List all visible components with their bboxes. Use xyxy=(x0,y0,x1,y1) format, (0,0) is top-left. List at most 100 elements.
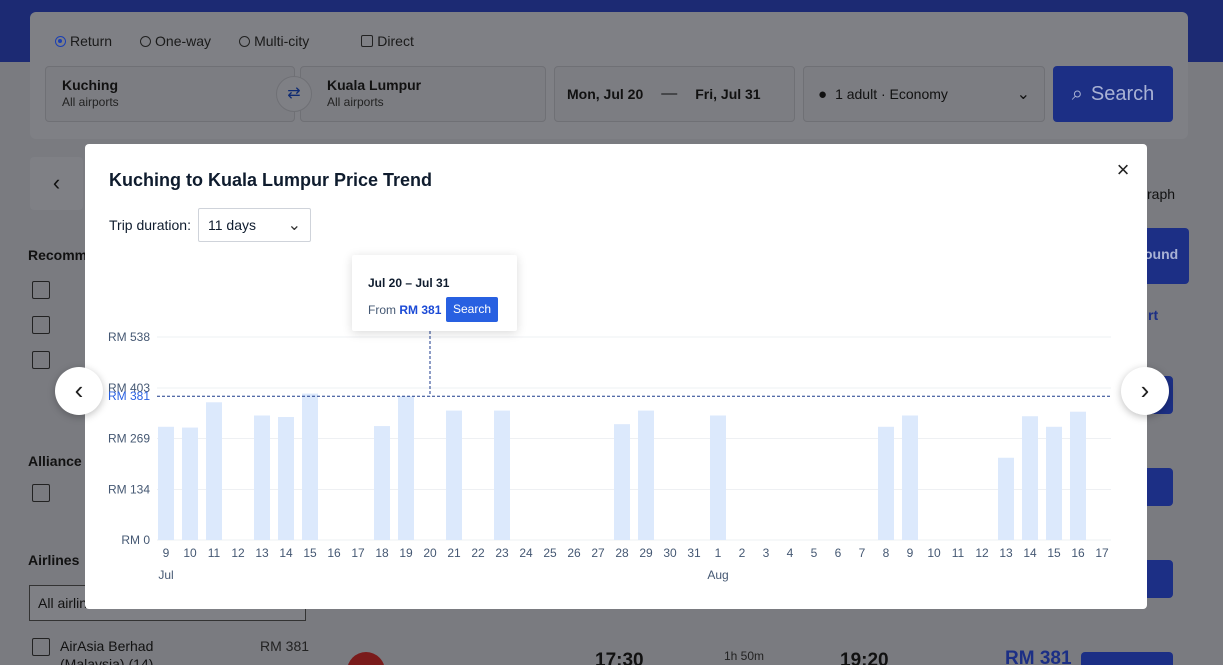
date-range-field[interactable]: Mon, Jul 20 — Fri, Jul 31 xyxy=(554,66,795,122)
x-tick-label: 28 xyxy=(615,546,629,560)
x-tick-label: 27 xyxy=(591,546,605,560)
date-separator: — xyxy=(661,85,678,102)
y-tick-label: RM 0 xyxy=(121,533,150,547)
filter-checkbox[interactable] xyxy=(32,316,50,334)
x-tick-label: 20 xyxy=(423,546,437,560)
airline-count: (Malaysia) (14) xyxy=(60,656,154,665)
radio-icon xyxy=(239,35,251,47)
x-tick-label: 10 xyxy=(183,546,197,560)
to-airport-field[interactable]: Kuala Lumpur All airports xyxy=(300,66,546,122)
price-bar xyxy=(998,457,1014,540)
filter-checkbox[interactable] xyxy=(32,638,50,656)
month-label: Jul xyxy=(158,568,173,582)
alliance-heading: Alliance xyxy=(28,453,82,469)
price-tooltip: Jul 20 – Jul 31 From RM 381 Search xyxy=(352,255,517,331)
trip-option-return[interactable]: Return xyxy=(55,33,112,49)
x-tick-label: 9 xyxy=(163,546,170,560)
x-tick-label: 11 xyxy=(952,546,965,560)
month-label: Aug xyxy=(707,568,728,582)
search-button[interactable]: ⌕ Search xyxy=(1053,66,1173,122)
to-airports: All airports xyxy=(327,95,384,109)
flight-duration: 1h 50m xyxy=(724,649,765,663)
swap-cities-icon[interactable]: ⇄ xyxy=(276,76,312,112)
graph-toggle-label[interactable]: raph xyxy=(1147,186,1175,202)
x-tick-label: 30 xyxy=(663,546,677,560)
departure-time: 17:30 xyxy=(595,650,644,665)
x-tick-label: 13 xyxy=(999,546,1013,560)
reference-line-label: RM 381 xyxy=(108,389,150,403)
airline-name: AirAsia Berhad xyxy=(60,638,154,654)
from-airports: All airports xyxy=(62,95,119,109)
x-tick-label: 16 xyxy=(1071,546,1085,560)
filter-checkbox[interactable] xyxy=(32,484,50,502)
filter-checkbox[interactable] xyxy=(32,351,50,369)
x-tick-label: 5 xyxy=(811,546,818,560)
return-date: Fri, Jul 31 xyxy=(695,86,761,102)
x-tick-label: 15 xyxy=(1047,546,1061,560)
price-trend-modal: Kuching to Kuala Lumpur Price Trend × Tr… xyxy=(85,144,1147,609)
direct-label: Direct xyxy=(377,33,414,49)
x-tick-label: 12 xyxy=(975,546,989,560)
x-tick-label: 21 xyxy=(447,546,461,560)
x-tick-label: 26 xyxy=(567,546,581,560)
x-tick-label: 6 xyxy=(835,546,842,560)
radio-icon xyxy=(140,35,152,47)
select-flight-button[interactable] xyxy=(1081,652,1173,665)
price-bar xyxy=(902,415,918,540)
trip-option-one-way[interactable]: One-way xyxy=(140,33,211,49)
price-bar xyxy=(374,426,390,540)
person-icon: ● xyxy=(818,85,828,103)
price-bar xyxy=(1070,411,1086,540)
price-bar xyxy=(398,396,414,540)
x-tick-label: 11 xyxy=(208,546,221,560)
x-tick-label: 3 xyxy=(763,546,770,560)
x-tick-label: 2 xyxy=(739,546,746,560)
chart-prev-arrow[interactable]: ‹ xyxy=(55,367,103,415)
x-tick-label: 24 xyxy=(519,546,533,560)
x-tick-label: 22 xyxy=(471,546,485,560)
price-bar xyxy=(158,426,174,540)
y-tick-label: RM 134 xyxy=(108,482,150,496)
trip-option-label: Multi-city xyxy=(254,33,310,49)
checkbox-icon xyxy=(361,35,374,47)
trip-option-label: Return xyxy=(70,33,113,49)
chart-next-arrow[interactable]: › xyxy=(1121,367,1169,415)
airline-filter-label: AirAsia Berhad (Malaysia) (14) xyxy=(60,637,153,665)
x-tick-label: 12 xyxy=(231,546,245,560)
x-tick-label: 8 xyxy=(883,546,890,560)
x-tick-label: 7 xyxy=(859,546,866,560)
search-button-label: Search xyxy=(1090,82,1155,105)
x-tick-label: 17 xyxy=(1095,546,1109,560)
price-bar xyxy=(302,393,318,540)
sort-tab[interactable]: ound xyxy=(1140,228,1189,284)
tooltip-dates: Jul 20 – Jul 31 xyxy=(368,276,450,290)
x-tick-label: 9 xyxy=(907,546,914,560)
price-trend-chart: RM 0RM 134RM 269RM 403RM 538 9 10 11 12 13 14… xyxy=(108,330,1111,582)
y-tick-label: RM 538 xyxy=(108,330,150,344)
tooltip-from-label: From xyxy=(368,303,396,317)
price-bar xyxy=(710,415,726,540)
x-tick-label: 18 xyxy=(375,546,389,560)
x-tick-label: 14 xyxy=(1023,546,1037,560)
tooltip-from: From RM 381 xyxy=(368,303,441,317)
price-bar xyxy=(254,415,270,540)
results-back-button[interactable]: ‹ xyxy=(30,157,83,210)
x-tick-label: 19 xyxy=(399,546,413,560)
airlines-heading: Airlines xyxy=(28,552,80,568)
airline-filter-price: RM 381 xyxy=(260,638,310,654)
price-bar xyxy=(638,410,654,540)
direct-checkbox[interactable]: Direct xyxy=(361,33,414,49)
x-tick-label: 1 xyxy=(715,546,722,560)
from-airport-field[interactable]: Kuching All airports xyxy=(45,66,295,122)
tooltip-price: RM 381 xyxy=(399,303,442,317)
x-tick-label: 13 xyxy=(255,546,269,560)
x-tick-label: 25 xyxy=(543,546,557,560)
tooltip-search-button[interactable]: Search xyxy=(446,297,498,322)
chevron-down-icon: ⌄ xyxy=(1016,86,1030,103)
price-bar xyxy=(614,424,630,540)
price-bar xyxy=(446,410,462,540)
filter-checkbox[interactable] xyxy=(32,281,50,299)
trip-option-multi-city[interactable]: Multi-city xyxy=(239,33,309,49)
price-bar xyxy=(494,410,510,540)
passenger-class-select[interactable]: ● 1 adult · Economy ⌄ xyxy=(803,66,1045,122)
